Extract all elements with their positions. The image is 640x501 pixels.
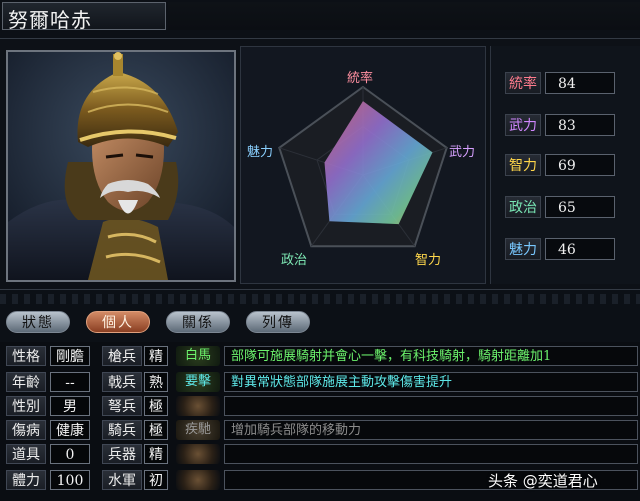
personal-value-gender: 男 xyxy=(50,396,90,416)
stat-value-politics: 65 xyxy=(545,196,615,218)
aptitude-value-halberd: 熟 xyxy=(144,372,168,392)
personal-value-injury: 健康 xyxy=(50,420,90,440)
radar-label-intelligence: 智力 xyxy=(415,253,442,268)
skill-icon-jichi[interactable]: 疾馳 xyxy=(176,420,220,440)
portrait-illustration xyxy=(8,52,234,280)
radar-label-command: 統率 xyxy=(347,71,374,86)
tab-biography[interactable]: 列傳 xyxy=(246,311,310,333)
skill-icon-empty[interactable] xyxy=(176,396,220,416)
stat-panel: 統率 84 武力 83 智力 69 政治 65 魅力 46 xyxy=(490,46,640,284)
personal-label-age: 年齡 xyxy=(6,372,46,392)
officer-name: 努爾哈赤 xyxy=(8,8,92,32)
stat-label-command: 統率 xyxy=(505,72,541,94)
personal-label-injury: 傷病 xyxy=(6,420,46,440)
radar-label-charisma: 魅力 xyxy=(247,145,274,160)
officer-portrait xyxy=(6,50,236,282)
ability-radar-panel: 統率 武力 智力 政治 魅力 xyxy=(240,46,486,284)
personal-value-stamina: 100 xyxy=(50,470,90,490)
skill-desc-empty xyxy=(224,396,638,416)
aptitude-label-navy: 水軍 xyxy=(102,470,142,490)
aptitude-value-siege: 精 xyxy=(144,444,168,464)
aptitude-label-spear: 槍兵 xyxy=(102,346,142,366)
radar-label-politics: 政治 xyxy=(281,253,308,268)
stat-label-politics: 政治 xyxy=(505,196,541,218)
personal-value-personality: 剛膽 xyxy=(50,346,90,366)
stat-label-war: 武力 xyxy=(505,114,541,136)
radar-label-war: 武力 xyxy=(449,145,476,160)
personal-value-items: 0 xyxy=(50,444,90,464)
top-strip xyxy=(168,2,640,30)
skill-desc-empty xyxy=(224,444,638,464)
stat-value-intelligence: 69 xyxy=(545,154,615,176)
aptitude-value-spear: 精 xyxy=(144,346,168,366)
personal-value-age: -- xyxy=(50,372,90,392)
stat-value-command: 84 xyxy=(545,72,615,94)
aptitude-label-cavalry: 騎兵 xyxy=(102,420,142,440)
personal-label-items: 道具 xyxy=(6,444,46,464)
skill-desc-baima: 部隊可施展騎射并會心一擊，有科技騎射，騎射距離加1 xyxy=(224,346,638,366)
watermark: 头条 @奕道君心 xyxy=(488,472,598,490)
stat-label-intelligence: 智力 xyxy=(505,154,541,176)
aptitude-label-siege: 兵器 xyxy=(102,444,142,464)
skill-icon-yaoji[interactable]: 要擊 xyxy=(176,372,220,392)
stat-value-war: 83 xyxy=(545,114,615,136)
aptitude-value-crossbow: 極 xyxy=(144,396,168,416)
aptitude-value-navy: 初 xyxy=(144,470,168,490)
aptitude-label-crossbow: 弩兵 xyxy=(102,396,142,416)
skill-icon-empty[interactable] xyxy=(176,470,220,490)
skill-icon-baima[interactable]: 白馬 xyxy=(176,346,220,366)
stat-value-charisma: 46 xyxy=(545,238,615,260)
aptitude-value-cavalry: 極 xyxy=(144,420,168,440)
personal-label-personality: 性格 xyxy=(6,346,46,366)
skill-desc-yaoji: 對異常狀態部隊施展主動攻擊傷害提升 xyxy=(224,372,638,392)
tab-status[interactable]: 狀態 xyxy=(6,311,70,333)
aptitude-label-halberd: 戟兵 xyxy=(102,372,142,392)
stat-label-charisma: 魅力 xyxy=(505,238,541,260)
skill-icon-empty[interactable] xyxy=(176,444,220,464)
personal-label-stamina: 體力 xyxy=(6,470,46,490)
skill-desc-jichi: 增加騎兵部隊的移動力 xyxy=(224,420,638,440)
tab-personal[interactable]: 個人 xyxy=(86,311,150,333)
personal-label-gender: 性別 xyxy=(6,396,46,416)
tab-relations[interactable]: 關係 xyxy=(166,311,230,333)
section-divider xyxy=(0,294,640,304)
